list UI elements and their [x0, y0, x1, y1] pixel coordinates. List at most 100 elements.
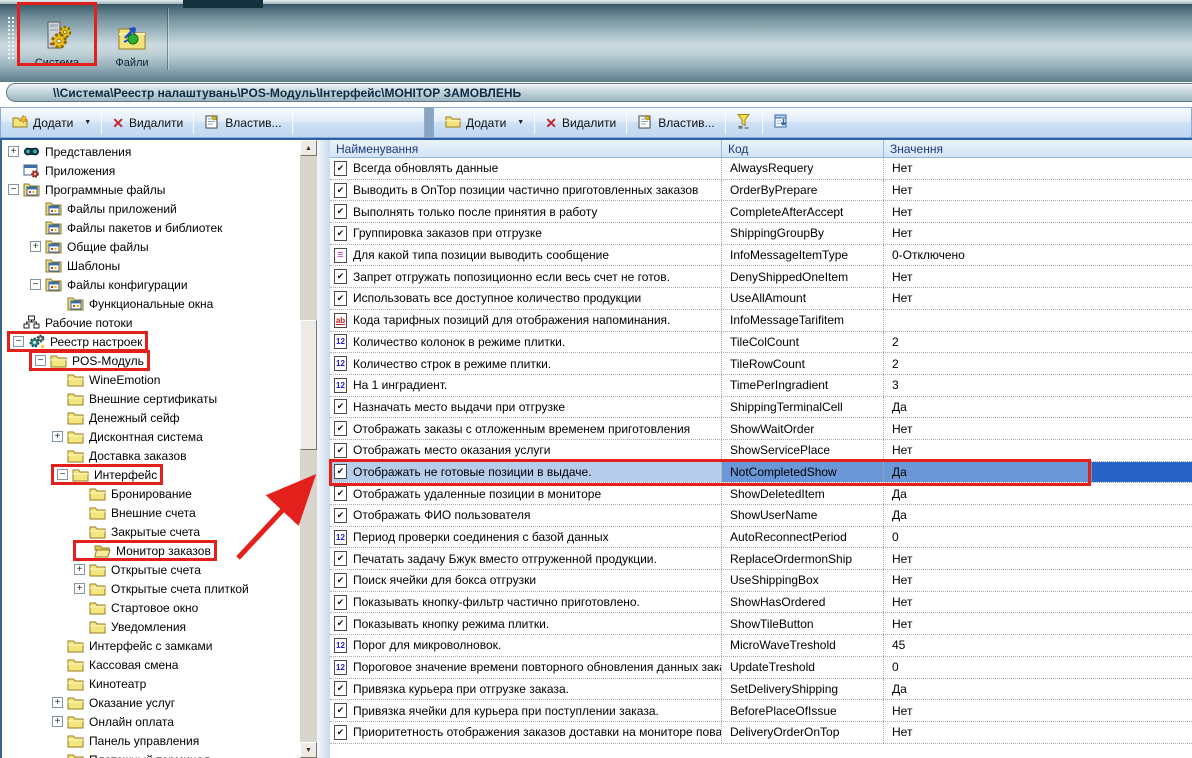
- expand-toggle[interactable]: +: [52, 716, 63, 727]
- tree-item[interactable]: −POS-Модуль: [2, 351, 300, 370]
- tree-properties-button[interactable]: Властив...: [198, 112, 287, 134]
- table-row[interactable]: 12Количество колонок в режиме плитки.Til…: [330, 332, 1192, 354]
- table-row[interactable]: ✔Отображать не готовые позиции в выдаче.…: [330, 462, 1192, 484]
- tree-item[interactable]: −Программные файлы: [2, 180, 300, 199]
- table-row[interactable]: ✔Печатать задачу Бжук вместо отгруженной…: [330, 548, 1192, 570]
- table-row[interactable]: ✔Группировка заказов при отгрузкеShippin…: [330, 223, 1192, 245]
- scroll-up-button[interactable]: ▲: [300, 140, 317, 156]
- expand-toggle[interactable]: +: [74, 564, 85, 575]
- tree-item[interactable]: Платежный терминал: [2, 750, 300, 758]
- tree-item-core: +Открытые счета: [74, 562, 201, 577]
- table-row[interactable]: ✔Использовать все доступное количество п…: [330, 288, 1192, 310]
- scroll-down-button[interactable]: ▼: [300, 742, 317, 758]
- folder-icon: [67, 391, 84, 406]
- table-row[interactable]: ✔Выводить в OnTop позиции частично приго…: [330, 180, 1192, 202]
- tree-item[interactable]: +Общие файлы: [2, 237, 300, 256]
- tree-item[interactable]: −Интерфейс: [2, 465, 300, 484]
- expand-toggle[interactable]: +: [52, 431, 63, 442]
- setting-properties-button[interactable]: Властив...: [631, 112, 720, 134]
- expand-toggle[interactable]: +: [52, 697, 63, 708]
- tree-item[interactable]: Внешние счета: [2, 503, 300, 522]
- tree-item[interactable]: Файлы приложений: [2, 199, 300, 218]
- chevron-down-icon[interactable]: ▼: [84, 119, 91, 126]
- table-row[interactable]: 12На 1 инградиент.TimePerIngradient3: [330, 375, 1192, 397]
- tree-add-button[interactable]: Додати ▼: [6, 112, 97, 133]
- expand-toggle[interactable]: −: [35, 355, 46, 366]
- table-row[interactable]: ✔Отображать удаленные позиции в мониторе…: [330, 483, 1192, 505]
- table-row[interactable]: ✔Всегда обновлять данныеAlwaysRequeryНет: [330, 158, 1192, 180]
- tree-item[interactable]: Денежный сейф: [2, 408, 300, 427]
- table-row[interactable]: ✔Отображать место оказания услугиShowSer…: [330, 440, 1192, 462]
- table-row[interactable]: ✔Привязка ячейки для курьера при поступл…: [330, 700, 1192, 722]
- tree-item[interactable]: Закрытые счета: [2, 522, 300, 541]
- filter-button[interactable]: [730, 111, 758, 134]
- expand-toggle[interactable]: +: [8, 146, 19, 157]
- table-row[interactable]: ✔Отображать заказы с отложенным временем…: [330, 418, 1192, 440]
- system-button[interactable]: Система: [21, 5, 93, 69]
- tree-item[interactable]: Кассовая смена: [2, 655, 300, 674]
- tree-item[interactable]: Внешние сертификаты: [2, 389, 300, 408]
- setting-delete-button[interactable]: ✕ Видалити: [539, 114, 622, 132]
- expand-toggle[interactable]: −: [30, 279, 41, 290]
- views-icon: [23, 144, 40, 159]
- table-row[interactable]: ✔Показывать кнопку-фильтр частично приго…: [330, 592, 1192, 614]
- tree-item[interactable]: Стартовое окно: [2, 598, 300, 617]
- table-row[interactable]: ✔Запрет отгружать попозиционно если весь…: [330, 266, 1192, 288]
- expand-toggle[interactable]: +: [74, 583, 85, 594]
- toolbar-grip[interactable]: [7, 16, 16, 60]
- expand-toggle[interactable]: −: [13, 336, 24, 347]
- tree-item[interactable]: Монитор заказов: [2, 541, 300, 560]
- tree-item[interactable]: +Оказание услуг: [2, 693, 300, 712]
- tree-item[interactable]: Файлы пакетов и библиотек: [2, 218, 300, 237]
- files-button[interactable]: Файли: [104, 5, 160, 69]
- tree-item[interactable]: Шаблоны: [2, 256, 300, 275]
- table-row[interactable]: 12Период проверки соединения с базой дан…: [330, 527, 1192, 549]
- table-row[interactable]: ✔Отображать ФИО пользователяShowUserName…: [330, 505, 1192, 527]
- expand-toggle[interactable]: +: [30, 241, 41, 252]
- table-row[interactable]: ✔Выполнять только после принятия в работ…: [330, 201, 1192, 223]
- column-header-name[interactable]: Найменування: [330, 140, 722, 157]
- checkbox-icon: ✔: [334, 464, 347, 479]
- tree-item[interactable]: Приложения: [2, 161, 300, 180]
- tree-item[interactable]: +Открытые счета плиткой: [2, 579, 300, 598]
- tree-item[interactable]: Интерфейс с замками: [2, 636, 300, 655]
- tree-item[interactable]: Кинотеатр: [2, 674, 300, 693]
- panel-splitter[interactable]: [317, 140, 330, 758]
- tree-item[interactable]: Панель управления: [2, 731, 300, 750]
- tree-item[interactable]: Уведомления: [2, 617, 300, 636]
- tree: +ПредставленияПриложения−Программные фай…: [2, 140, 300, 758]
- tree-delete-button[interactable]: ✕ Видалити: [106, 114, 189, 132]
- tree-item[interactable]: Функциональные окна: [2, 294, 300, 313]
- tree-item[interactable]: −Реестр настроек: [2, 332, 300, 351]
- expand-toggle[interactable]: −: [57, 469, 68, 480]
- column-header-code[interactable]: Код: [722, 140, 884, 157]
- chevron-down-icon[interactable]: ▼: [517, 119, 524, 126]
- expand-toggle[interactable]: −: [8, 184, 19, 195]
- tree-item[interactable]: Бронирование: [2, 484, 300, 503]
- setting-name: Привязка ячейки для курьера при поступле…: [353, 704, 659, 718]
- tree-scrollbar[interactable]: ▲ ▼: [300, 140, 317, 758]
- tree-item[interactable]: +Онлайн оплата: [2, 712, 300, 731]
- tree-item[interactable]: Рабочие потоки: [2, 313, 300, 332]
- setting-add-button[interactable]: Додати ▼: [439, 112, 530, 133]
- table-row[interactable]: 12Пороговое значение времени повторного …: [330, 657, 1192, 679]
- tree-item[interactable]: Доставка заказов: [2, 446, 300, 465]
- column-header-value[interactable]: Значення: [884, 140, 1192, 157]
- tree-item[interactable]: −Файлы конфигурации: [2, 275, 300, 294]
- tree-item[interactable]: +Открытые счета: [2, 560, 300, 579]
- tree-item[interactable]: +Представления: [2, 142, 300, 161]
- table-row[interactable]: ✔Назначать место выдачи при отгрузкеShip…: [330, 397, 1192, 419]
- table-row[interactable]: ✔Приоритетность отображения заказов дост…: [330, 722, 1192, 744]
- table-row[interactable]: 12Порог для микроволновок.MicroWaveTresh…: [330, 635, 1192, 657]
- scrollbar-thumb[interactable]: [300, 320, 317, 450]
- table-row[interactable]: ✔Привязка курьера при отгрузке заказа.Se…: [330, 679, 1192, 701]
- table-row[interactable]: ✔Поиск ячейки для бокса отгрузкиUseShipp…: [330, 570, 1192, 592]
- table-row[interactable]: ✔Показывать кнопку режима плитки.ShowTil…: [330, 613, 1192, 635]
- tree-item-core: −POS-Модуль: [29, 350, 150, 371]
- table-row[interactable]: 12Количество строк в режиме плитки.TileR…: [330, 353, 1192, 375]
- table-row[interactable]: abКода тарифных позиций для отображения …: [330, 310, 1192, 332]
- tree-item[interactable]: WineEmotion: [2, 370, 300, 389]
- export-button[interactable]: [767, 111, 795, 134]
- tree-item[interactable]: +Дисконтная система: [2, 427, 300, 446]
- table-row[interactable]: ≡Для какой типа позиции выводить сообщен…: [330, 245, 1192, 267]
